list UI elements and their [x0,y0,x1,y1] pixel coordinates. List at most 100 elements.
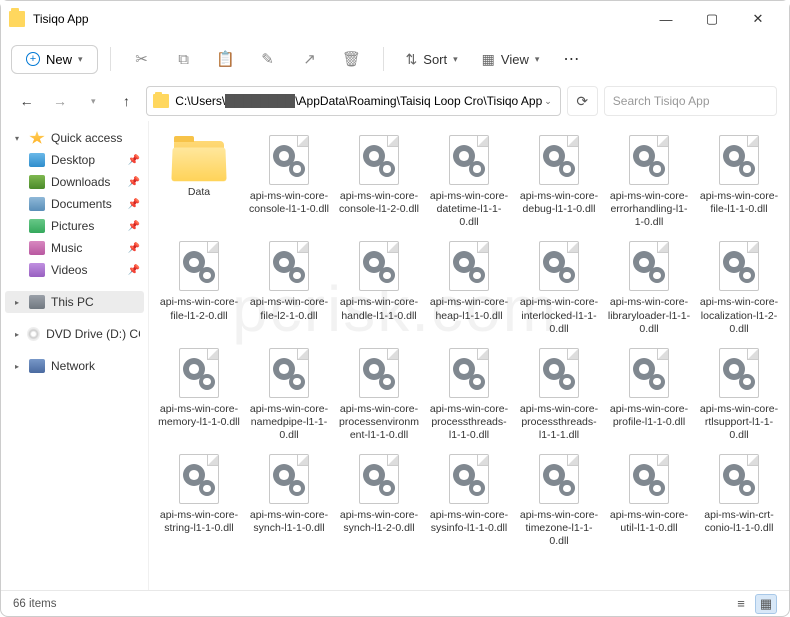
folder-item[interactable]: Data [155,131,243,233]
navigation-bar: ← → ▾ ↑ C:\Users\████████\AppData\Roamin… [1,81,789,121]
file-item[interactable]: api-ms-win-core-profile-l1-1-0.dll [605,344,693,446]
chevron-down-icon: ▾ [535,54,540,65]
file-item[interactable]: api-ms-win-core-file-l1-1-0.dll [695,131,783,233]
file-item[interactable]: api-ms-win-core-util-l1-1-0.dll [605,450,693,552]
sidebar-item-music[interactable]: Music 📌 [5,237,144,259]
file-name: api-ms-win-core-file-l2-1-0.dll [247,296,331,322]
minimize-button[interactable]: — [643,1,689,37]
file-item[interactable]: api-ms-win-crt-conio-l1-1-0.dll [695,450,783,552]
sidebar-item-videos[interactable]: Videos 📌 [5,259,144,281]
sidebar-item-label: Downloads [51,175,110,189]
sidebar-item-label: Network [51,359,95,373]
address-path: C:\Users\████████\AppData\Roaming\Taisiq… [175,94,542,108]
back-button[interactable]: ← [13,86,40,116]
sidebar-item-label: Desktop [51,153,95,167]
pin-icon: 📌 [128,155,140,166]
dll-icon [715,135,763,187]
copy-button[interactable]: ⧉ [165,42,203,76]
delete-button[interactable]: 🗑 [333,42,371,76]
file-item[interactable]: api-ms-win-core-namedpipe-l1-1-0.dll [245,344,333,446]
view-label: View [501,52,529,67]
file-item[interactable]: api-ms-win-core-console-l1-2-0.dll [335,131,423,233]
file-name: api-ms-win-core-errorhandling-l1-1-0.dll [607,190,691,229]
folder-icon [9,11,25,27]
sidebar-item-documents[interactable]: Documents 📌 [5,193,144,215]
file-item[interactable]: api-ms-win-core-synch-l1-1-0.dll [245,450,333,552]
rename-button[interactable]: ✎ [249,42,287,76]
pin-icon: 📌 [128,199,140,210]
dll-icon [715,241,763,293]
sidebar-item-thispc[interactable]: ▸ This PC [5,291,144,313]
videos-icon [29,263,45,277]
more-button[interactable]: ⋯ [553,49,590,69]
dll-icon [175,348,223,400]
pin-icon: 📌 [128,265,140,276]
file-item[interactable]: api-ms-win-core-errorhandling-l1-1-0.dll [605,131,693,233]
file-item[interactable]: api-ms-win-core-datetime-l1-1-0.dll [425,131,513,233]
chevron-right-icon: ▸ [15,362,23,371]
icons-view-button[interactable]: ▦ [755,594,777,614]
file-name: api-ms-win-core-console-l1-1-0.dll [247,190,331,216]
file-item[interactable]: api-ms-win-core-heap-l1-1-0.dll [425,237,513,339]
file-name: api-ms-win-core-profile-l1-1-0.dll [607,403,691,429]
refresh-button[interactable]: ⟳ [567,86,598,116]
file-item[interactable]: api-ms-win-core-localization-l1-2-0.dll [695,237,783,339]
sidebar-item-downloads[interactable]: Downloads 📌 [5,171,144,193]
file-name: api-ms-win-core-memory-l1-1-0.dll [157,403,241,429]
up-button[interactable]: ↑ [113,86,140,116]
file-item[interactable]: api-ms-win-core-sysinfo-l1-1-0.dll [425,450,513,552]
star-icon [29,131,45,145]
dll-icon [265,348,313,400]
file-name: api-ms-win-core-file-l1-1-0.dll [697,190,781,216]
cut-button[interactable]: ✂ [123,42,161,76]
file-item[interactable]: api-ms-win-core-file-l1-2-0.dll [155,237,243,339]
sort-label: Sort [423,52,447,67]
view-button[interactable]: ▦ View ▾ [472,45,550,74]
details-view-button[interactable]: ≡ [730,594,752,614]
file-item[interactable]: api-ms-win-core-file-l2-1-0.dll [245,237,333,339]
dll-icon [355,241,403,293]
folder-icon [153,94,169,108]
file-item[interactable]: api-ms-win-core-handle-l1-1-0.dll [335,237,423,339]
recent-chevron[interactable]: ▾ [80,86,107,116]
file-name: api-ms-win-core-file-l1-2-0.dll [157,296,241,322]
dll-icon [535,348,583,400]
share-button[interactable]: ↗ [291,42,329,76]
pin-icon: 📌 [128,221,140,232]
sidebar-item-dvd[interactable]: ▸ DVD Drive (D:) CCCC [5,323,144,345]
file-item[interactable]: api-ms-win-core-synch-l1-2-0.dll [335,450,423,552]
file-name: api-ms-win-core-interlocked-l1-1-0.dll [517,296,601,335]
file-item[interactable]: api-ms-win-core-processthreads-l1-1-1.dl… [515,344,603,446]
dll-icon [175,241,223,293]
file-item[interactable]: api-ms-win-core-memory-l1-1-0.dll [155,344,243,446]
dll-icon [625,454,673,506]
status-bar: 66 items ≡ ▦ [1,590,789,616]
file-item[interactable]: api-ms-win-core-processenvironment-l1-1-… [335,344,423,446]
sidebar-item-pictures[interactable]: Pictures 📌 [5,215,144,237]
paste-button[interactable]: 📋 [207,42,245,76]
sidebar-item-desktop[interactable]: Desktop 📌 [5,149,144,171]
chevron-down-icon[interactable]: ⌄ [542,96,554,107]
file-item[interactable]: api-ms-win-core-debug-l1-1-0.dll [515,131,603,233]
file-item[interactable]: api-ms-win-core-console-l1-1-0.dll [245,131,333,233]
file-item[interactable]: api-ms-win-core-rtlsupport-l1-1-0.dll [695,344,783,446]
file-item[interactable]: api-ms-win-core-libraryloader-l1-1-0.dll [605,237,693,339]
maximize-button[interactable]: ▢ [689,1,735,37]
sidebar-quick-access[interactable]: ▾ Quick access [5,127,144,149]
new-button[interactable]: + New ▾ [11,45,98,74]
dll-icon [625,348,673,400]
forward-button[interactable]: → [46,86,73,116]
content-pane[interactable]: Dataapi-ms-win-core-console-l1-1-0.dllap… [149,121,789,590]
close-button[interactable]: ✕ [735,1,781,37]
dll-icon [265,241,313,293]
file-item[interactable]: api-ms-win-core-interlocked-l1-1-0.dll [515,237,603,339]
sidebar-item-network[interactable]: ▸ Network [5,355,144,377]
sort-button[interactable]: ⇅ Sort ▾ [396,45,468,74]
address-bar[interactable]: C:\Users\████████\AppData\Roaming\Taisiq… [146,86,561,116]
new-label: New [46,52,72,67]
search-input[interactable]: Search Tisiqo App [604,86,777,116]
file-item[interactable]: api-ms-win-core-processthreads-l1-1-0.dl… [425,344,513,446]
dll-icon [445,135,493,187]
file-item[interactable]: api-ms-win-core-timezone-l1-1-0.dll [515,450,603,552]
file-item[interactable]: api-ms-win-core-string-l1-1-0.dll [155,450,243,552]
